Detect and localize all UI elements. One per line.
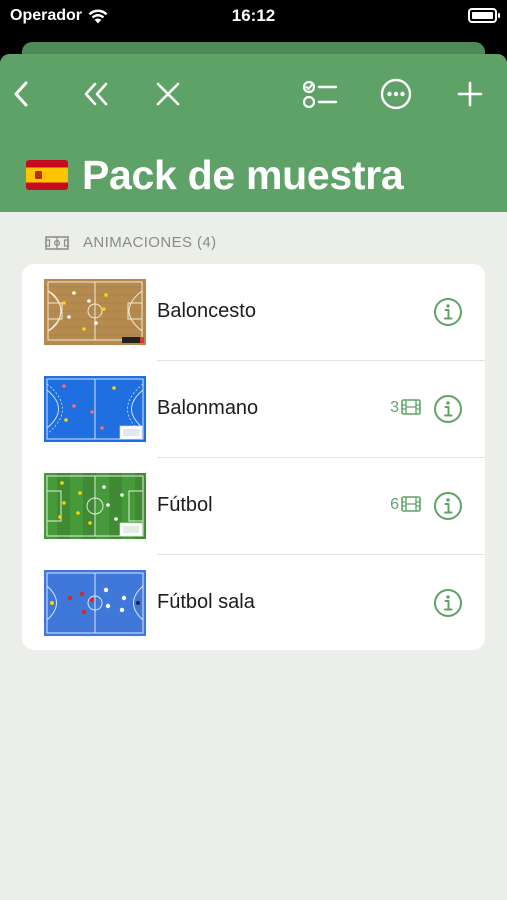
info-icon[interactable]	[433, 394, 463, 424]
plus-icon	[457, 81, 483, 107]
court-icon	[45, 235, 69, 250]
animations-list: Baloncesto Balonmano 3 Fútbol 6 Fútbol s…	[22, 264, 485, 650]
add-button[interactable]	[450, 74, 490, 114]
spain-flag-icon	[26, 160, 68, 190]
checklist-icon	[302, 80, 338, 109]
handball-court-thumbnail	[44, 376, 146, 442]
section-label: ANIMACIONES (4)	[83, 234, 217, 251]
item-label: Baloncesto	[157, 300, 256, 322]
status-time: 16:12	[231, 6, 276, 25]
basketball-court-thumbnail	[44, 279, 146, 345]
item-label: Fútbol	[157, 494, 213, 516]
film-icon	[401, 496, 421, 512]
info-icon[interactable]	[433, 491, 463, 521]
select-button[interactable]	[300, 74, 340, 114]
animation-count: 6	[390, 496, 399, 513]
section-header: ANIMACIONES (4)	[45, 234, 217, 251]
list-item-balonmano[interactable]: Balonmano 3	[22, 361, 485, 458]
list-item-futbol-sala[interactable]: Fútbol sala	[22, 555, 485, 650]
item-label: Fútbol sala	[157, 591, 255, 613]
chevron-left-icon	[14, 81, 28, 107]
football-pitch-thumbnail	[44, 473, 146, 539]
status-bar: Operador 16:12	[0, 0, 507, 34]
list-item-baloncesto[interactable]: Baloncesto	[22, 264, 485, 361]
info-icon[interactable]	[433, 588, 463, 618]
futsal-court-thumbnail	[44, 570, 146, 636]
item-label: Balonmano	[157, 397, 259, 419]
double-chevron-left-icon	[84, 82, 108, 106]
close-button[interactable]	[148, 74, 188, 114]
back-to-start-button[interactable]	[76, 74, 116, 114]
title-row: Pack de muestra	[26, 150, 404, 200]
more-button[interactable]	[376, 74, 416, 114]
header: Pack de muestra	[0, 54, 507, 212]
animation-count: 3	[390, 399, 399, 416]
page-title: Pack de muestra	[82, 151, 404, 198]
list-item-futbol[interactable]: Fútbol 6	[22, 458, 485, 555]
battery-icon	[468, 8, 500, 23]
back-button[interactable]	[2, 74, 42, 114]
close-icon	[156, 82, 180, 106]
modal-sheet: Pack de muestra ANIMACIONES (4) Balonces…	[0, 54, 507, 900]
film-icon	[401, 399, 421, 415]
more-icon	[380, 78, 412, 110]
info-icon[interactable]	[433, 297, 463, 327]
